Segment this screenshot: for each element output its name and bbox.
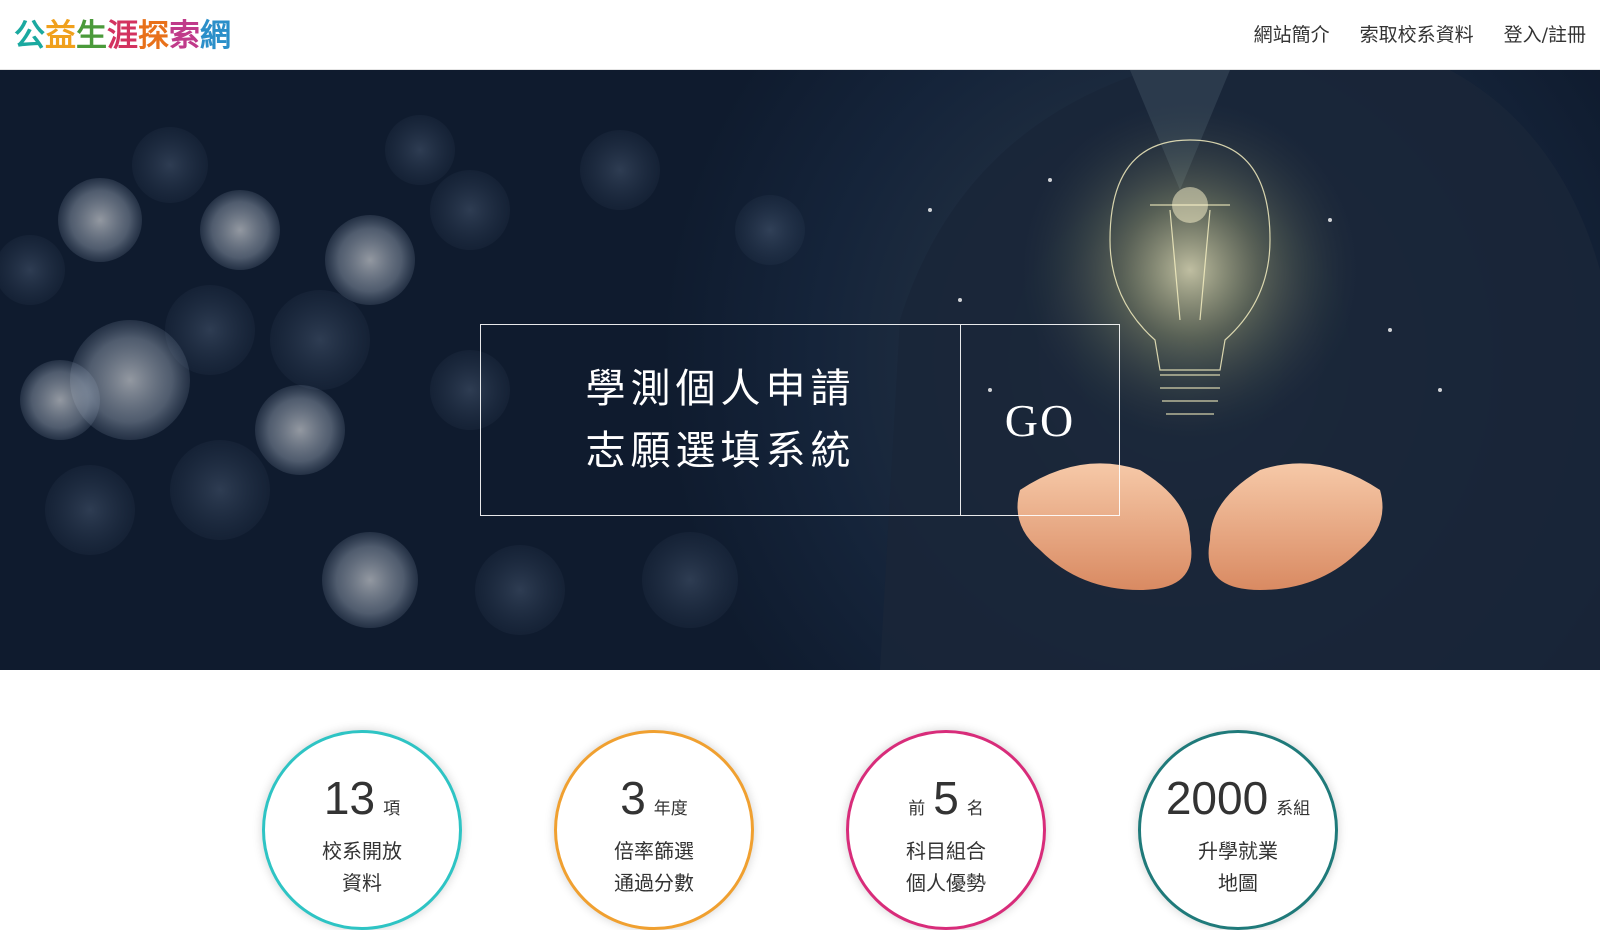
hero-banner: 學測個人申請 志願選填系統 GO [0,70,1600,670]
stat-circle-top5: 前 5 名 科目組合 個人優勢 [846,730,1046,930]
stat-number: 5 [933,772,959,824]
site-logo[interactable]: 公益生涯探索網 [14,12,231,54]
stat-unit: 系組 [1276,799,1311,819]
logo-char: 網 [200,17,231,54]
stat-label-line2: 地圖 [1218,871,1258,895]
stat-label-line2: 通過分數 [614,871,694,895]
stat-circle-years: 3 年度 倍率篩選 通過分數 [554,730,754,930]
logo-char: 益 [45,17,76,54]
stat-label-line1: 升學就業 [1198,839,1278,863]
stat-number: 2000 [1165,772,1269,824]
cta-title-line1: 學測個人申請 [585,366,856,412]
cta-title: 學測個人申請 志願選填系統 [481,325,961,515]
stat-label-line2: 個人優勢 [906,871,986,895]
stat-unit: 項 [383,799,401,819]
stat-circle-open-data: 13 項 校系開放 資料 [262,730,462,930]
logo-char: 涯 [107,17,138,54]
cta-title-line2: 志願選填系統 [585,428,856,474]
stat-unit: 年度 [653,799,688,819]
stat-label-line1: 校系開放 [322,839,402,863]
logo-char: 生 [76,17,107,54]
stat-number: 13 [323,772,376,824]
logo-char: 公 [14,17,45,54]
site-header: 公益生涯探索網 網站簡介 索取校系資料 登入/註冊 [0,0,1600,70]
go-button[interactable]: GO [961,325,1119,515]
cta-box: 學測個人申請 志願選填系統 GO [480,324,1120,516]
stat-number: 3 [620,772,646,824]
stat-label-line2: 資料 [342,871,382,895]
nav-about[interactable]: 網站簡介 [1254,20,1330,50]
stats-section: 13 項 校系開放 資料 3 年度 倍率篩選 通過分數 前 5 名 科目組合 個… [0,670,1600,930]
stat-label-line1: 科目組合 [906,839,986,863]
stat-unit: 名 [966,799,984,819]
stat-label-line1: 倍率篩選 [614,839,694,863]
logo-char: 探 [138,17,169,54]
logo-char: 索 [169,17,200,54]
stat-prefix: 前 [908,799,926,819]
nav-login-register[interactable]: 登入/註冊 [1504,20,1586,50]
stat-circle-career-map: 2000 系組 升學就業 地圖 [1138,730,1338,930]
nav-request-info[interactable]: 索取校系資料 [1360,20,1474,50]
main-nav: 網站簡介 索取校系資料 登入/註冊 [1254,20,1586,50]
